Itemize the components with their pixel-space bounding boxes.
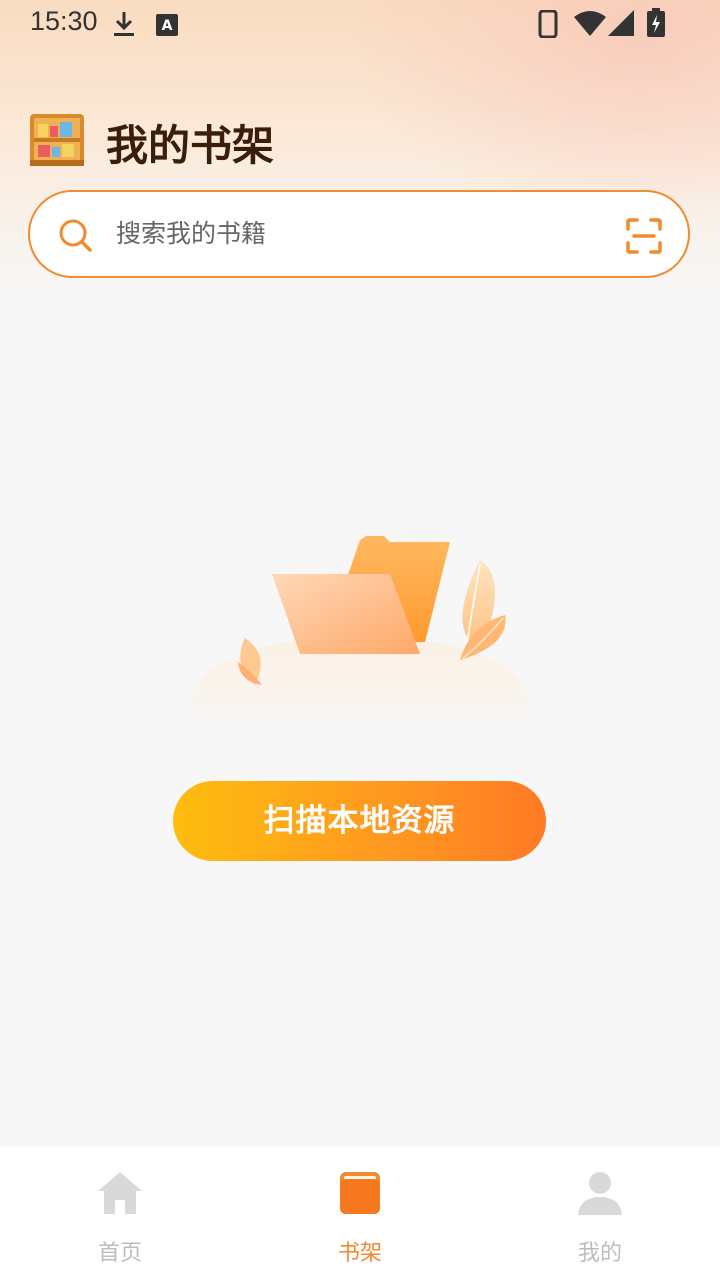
nav-item-bookshelf[interactable]: 书架	[240, 1147, 480, 1280]
nav-item-home[interactable]: 首页	[0, 1147, 240, 1280]
scan-local-resources-button[interactable]: 扫描本地资源	[173, 781, 546, 861]
user-icon	[576, 1169, 624, 1217]
nav-label-bookshelf: 书架	[337, 1241, 382, 1266]
signal-icon	[608, 10, 634, 40]
book-icon	[336, 1169, 384, 1217]
scan-icon[interactable]	[626, 218, 662, 254]
wifi-icon	[574, 10, 606, 40]
search-input[interactable]: 搜索我的书籍	[116, 192, 266, 276]
search-bar[interactable]: 搜索我的书籍	[28, 190, 690, 278]
status-time: 15:30	[30, 6, 98, 36]
empty-folder-illustration	[180, 520, 540, 740]
battery-charging-icon	[646, 8, 666, 42]
bookshelf-icon	[28, 112, 86, 168]
nav-label-mine: 我的	[577, 1241, 622, 1266]
search-icon	[58, 218, 94, 254]
download-icon	[112, 10, 136, 42]
phone-icon	[538, 9, 558, 42]
nav-label-home: 首页	[97, 1241, 142, 1266]
svg-text:A: A	[162, 18, 173, 34]
home-icon	[96, 1169, 144, 1217]
a-text-icon: A	[156, 14, 178, 40]
status-bar: 15:30 A	[0, 0, 720, 48]
bottom-nav: 首页 书架 我的	[0, 1147, 720, 1280]
page-title: 我的书架	[106, 122, 275, 169]
nav-item-mine[interactable]: 我的	[480, 1147, 720, 1280]
